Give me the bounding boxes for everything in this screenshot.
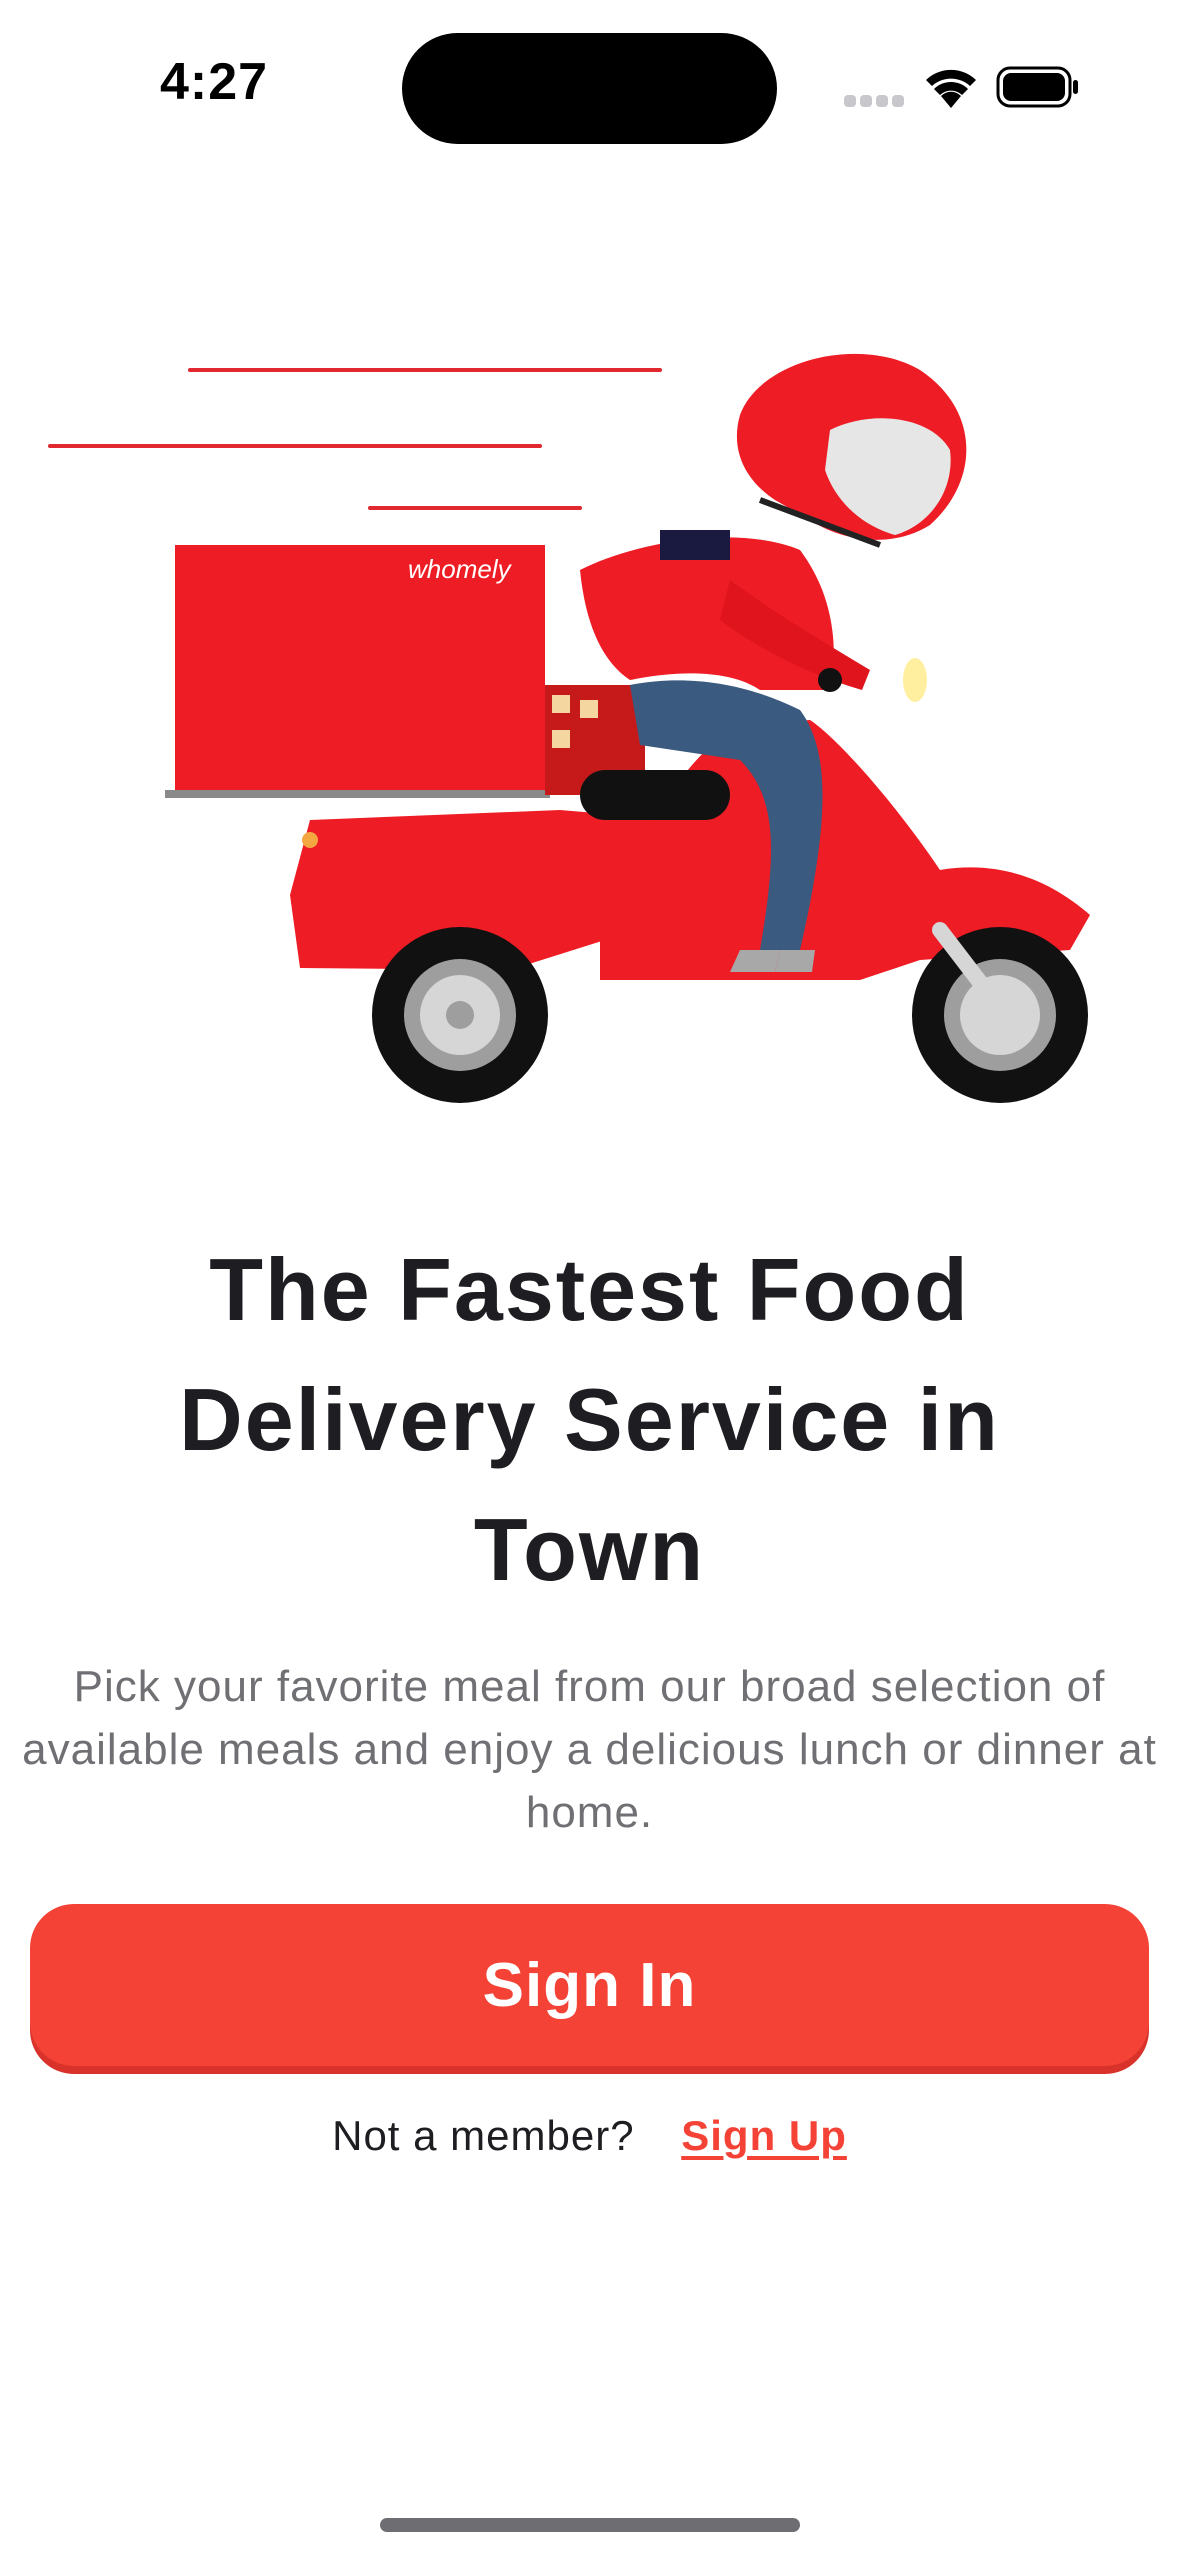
status-time: 4:27 — [160, 53, 269, 111]
delivery-scooter-illustration: whomely — [48, 353, 1090, 1103]
member-prompt: Not a member? — [332, 2112, 635, 2159]
welcome-title: The Fastest Food Delivery Service in Tow… — [179, 1240, 1000, 1599]
home-indicator[interactable] — [380, 2518, 800, 2532]
battery-icon — [996, 66, 1078, 108]
delivery-box: whomely — [165, 545, 550, 798]
signin-button[interactable]: Sign In — [30, 1904, 1149, 2066]
helmet — [736, 353, 967, 548]
brand-logo-text: whomely — [408, 554, 513, 584]
rear-wheel — [372, 927, 548, 1103]
status-bar: 4:27 — [0, 0, 1179, 175]
wifi-icon — [926, 69, 976, 108]
signup-link[interactable]: Sign Up — [681, 2112, 847, 2159]
speed-lines — [48, 368, 662, 510]
cellular-signal-icon — [844, 95, 904, 107]
signup-row: Not a member? Sign Up — [0, 2112, 1179, 2160]
front-wheel — [912, 922, 1088, 1103]
dynamic-island — [402, 33, 777, 144]
welcome-description: Pick your favorite meal from our broad s… — [22, 1662, 1157, 1837]
